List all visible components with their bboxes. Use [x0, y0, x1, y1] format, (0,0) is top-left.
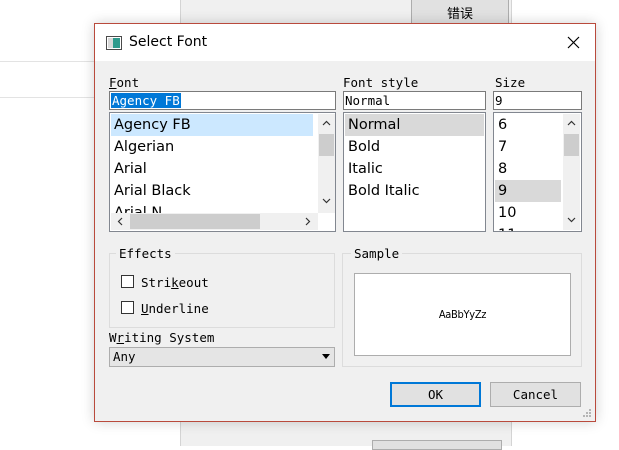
font-list-item[interactable]: Arial — [111, 158, 313, 180]
chevron-down-icon — [322, 198, 331, 203]
dropdown-arrow-icon — [322, 354, 330, 359]
window-icon — [106, 36, 122, 50]
chevron-right-icon — [305, 217, 310, 226]
font-list-item[interactable]: Arial Black — [111, 180, 313, 202]
writing-system-value: Any — [113, 349, 136, 364]
scroll-up-arrow[interactable] — [318, 114, 335, 131]
scroll-left-arrow[interactable] — [111, 213, 128, 230]
size-list-item[interactable]: 11 — [495, 224, 561, 231]
dialog-title: Select Font — [129, 34, 208, 50]
font-style-list-item[interactable]: Italic — [345, 158, 484, 180]
resize-grip-icon[interactable] — [582, 408, 592, 418]
sample-group-title: Sample — [351, 246, 403, 261]
chevron-left-icon — [117, 217, 122, 226]
ok-button[interactable]: OK — [390, 382, 481, 407]
scroll-thumb[interactable] — [564, 134, 579, 156]
font-style-list-item[interactable]: Normal — [345, 114, 484, 136]
size-list-item[interactable]: 7 — [495, 136, 561, 158]
scroll-thumb[interactable] — [319, 134, 334, 156]
font-list-vscrollbar[interactable] — [318, 114, 335, 213]
size-input[interactable]: 9 — [493, 91, 582, 110]
chevron-up-icon — [322, 120, 331, 125]
font-list-item[interactable]: Agency FB — [111, 114, 313, 136]
close-button[interactable] — [551, 24, 595, 61]
effects-group — [109, 253, 335, 328]
size-list-item[interactable]: 10 — [495, 202, 561, 224]
font-style-label: Font style — [343, 75, 419, 90]
size-list-item[interactable]: 6 — [495, 114, 561, 136]
font-style-list-item[interactable]: Bold Italic — [345, 180, 484, 202]
font-list-item[interactable]: Algerian — [111, 136, 313, 158]
scroll-up-arrow[interactable] — [563, 114, 580, 131]
size-list-item[interactable]: 8 — [495, 158, 561, 180]
effects-group-title: Effects — [116, 246, 175, 261]
font-input[interactable]: Agency FB — [109, 91, 336, 110]
font-input-value: Agency FB — [111, 93, 181, 108]
sample-text: AaBbYyZz — [438, 308, 487, 321]
close-icon — [567, 36, 579, 49]
size-list-vscrollbar[interactable] — [563, 114, 580, 230]
underline-checkbox[interactable] — [121, 301, 134, 314]
chevron-up-icon — [567, 120, 576, 125]
dialog-titlebar[interactable]: Select Font — [95, 24, 595, 61]
size-label: Size — [495, 75, 526, 90]
strikeout-label[interactable]: Strikeout — [141, 275, 209, 290]
scroll-down-arrow[interactable] — [318, 192, 335, 209]
scroll-down-arrow[interactable] — [563, 211, 580, 228]
select-font-dialog: Select Font Font Agency FB Agency FB Alg… — [94, 23, 596, 422]
chevron-down-icon — [567, 217, 576, 222]
strikeout-checkbox[interactable] — [121, 275, 134, 288]
writing-system-label: Writing System — [109, 330, 215, 345]
size-list-item[interactable]: 9 — [495, 180, 561, 202]
font-list[interactable]: Agency FB Algerian Arial Arial Black Ari… — [109, 112, 336, 232]
background-bottom-button[interactable] — [372, 440, 502, 450]
writing-system-select[interactable]: Any — [109, 347, 335, 367]
scroll-right-arrow[interactable] — [299, 213, 316, 230]
font-style-list-item[interactable]: Bold — [345, 136, 484, 158]
size-list[interactable]: 6 7 8 9 10 11 — [493, 112, 582, 232]
underline-label[interactable]: Underline — [141, 301, 209, 316]
font-style-list[interactable]: Normal Bold Italic Bold Italic — [343, 112, 486, 232]
sample-preview: AaBbYyZz — [354, 273, 571, 356]
cancel-button[interactable]: Cancel — [490, 382, 581, 407]
font-label: Font — [109, 75, 140, 90]
font-list-hscrollbar[interactable] — [111, 213, 318, 230]
hscroll-thumb[interactable] — [130, 214, 260, 229]
font-style-input[interactable]: Normal — [343, 91, 486, 110]
